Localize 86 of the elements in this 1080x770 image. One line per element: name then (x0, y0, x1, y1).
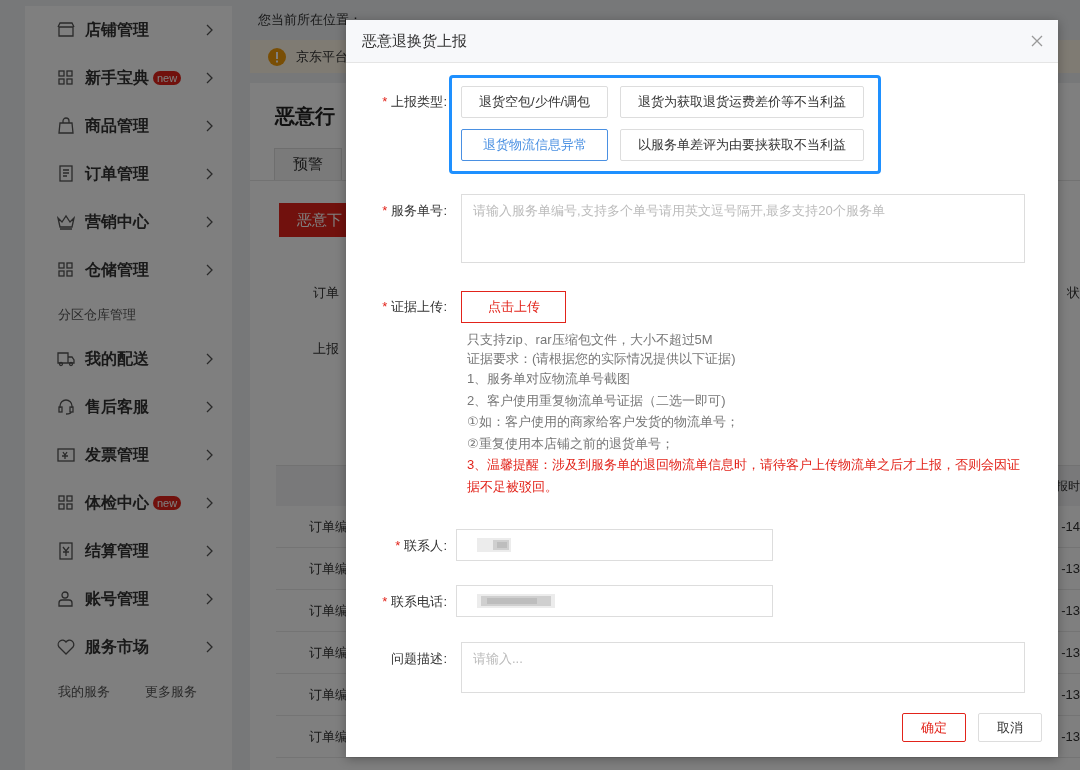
document-icon (57, 165, 75, 183)
field-label: * 服务单号: (381, 202, 448, 220)
sidebar-item[interactable]: 结算管理 (25, 527, 232, 575)
field-label: * 证据上传: (381, 298, 448, 316)
sidebar-item[interactable]: 仓储管理 (25, 246, 232, 294)
chevron-right-icon (205, 400, 214, 414)
page-heading: 恶意行 (273, 104, 335, 129)
report-button[interactable]: 恶意下 (279, 203, 347, 237)
table-cell: -13 (1061, 729, 1080, 744)
submenu-link[interactable]: 更多服务 (145, 682, 232, 701)
option-button[interactable]: 退货为获取退货运费差价等不当利益 (620, 86, 865, 118)
new-badge: new (153, 71, 182, 85)
filter-label: 上报 (313, 340, 339, 358)
chevron-right-icon (205, 263, 214, 277)
sidebar-item[interactable]: 售后客服 (25, 383, 232, 431)
text-area[interactable]: 请输入... (461, 642, 1025, 693)
sidebar-item[interactable]: 体检中心 new (25, 479, 232, 527)
breadcrumb-label: 您当前所在位置： (258, 11, 362, 29)
input-field[interactable] (456, 529, 773, 561)
field-label: * 联系人: (394, 537, 448, 555)
warning-text: 3、温馨提醒：涉及到服务单的退回物流单信息时，请待客户上传物流单之后才上报，否则会因证据不足被驳回。 (467, 456, 1022, 496)
filter-label: 状 (1067, 284, 1080, 302)
dialog-title: 恶意退换货上报 (362, 31, 467, 51)
user-icon (57, 590, 75, 608)
sidebar-item[interactable]: 账号管理 (25, 575, 232, 623)
submenu-link[interactable]: 我的服务 (58, 682, 145, 701)
chevron-right-icon (205, 496, 214, 510)
option-button[interactable]: 退货空包/少件/调包 (461, 86, 609, 118)
headset-icon (57, 398, 75, 416)
text-area[interactable]: 请输入服务单编号,支持多个单号请用英文逗号隔开,最多支持20个服务单 (461, 194, 1025, 263)
receipt-icon (57, 542, 75, 560)
new-badge: new (153, 496, 182, 510)
chevron-right-icon (205, 119, 214, 133)
submenu-link[interactable]: 分区仓库管理 (58, 305, 154, 324)
warning-icon (268, 47, 286, 66)
sidebar-item[interactable]: 订单管理 (25, 150, 232, 198)
upload-button[interactable]: 点击上传 (461, 291, 566, 323)
option-button[interactable]: 退货物流信息异常 (461, 129, 609, 161)
field-label: 问题描述: (390, 650, 448, 668)
truck-icon (57, 350, 75, 368)
help-text: ②重复使用本店铺之前的退货单号； (467, 434, 675, 453)
help-text: ①如：客户使用的商家给客户发货的物流单号； (467, 413, 740, 431)
option-button[interactable]: 以服务单差评为由要挟获取不当利益 (620, 129, 865, 161)
grid-icon (57, 69, 75, 87)
chevron-right-icon (205, 592, 214, 606)
chevron-right-icon (205, 544, 214, 558)
cancel-button[interactable]: 取消 (978, 713, 1042, 742)
sidebar-item[interactable]: 新手宝典 new (25, 54, 232, 102)
crown-icon (57, 213, 75, 231)
sidebar-item[interactable]: 我的配送 (25, 335, 232, 383)
chevron-right-icon (205, 167, 214, 181)
sidebar-item[interactable]: 商品管理 (25, 102, 232, 150)
notice-text: 京东平台 (296, 47, 348, 66)
input-field[interactable] (456, 585, 773, 617)
table-cell: -13 (1061, 561, 1080, 576)
help-text: 只支持zip、rar压缩包文件，大小不超过5M (467, 331, 714, 349)
sidebar-item[interactable]: 店铺管理 (25, 6, 232, 54)
help-text: 2、客户使用重复物流单号证据（二选一即可) (467, 391, 727, 410)
table-cell: -13 (1061, 687, 1080, 702)
field-label: * 联系电话: (381, 593, 448, 611)
chevron-right-icon (205, 71, 214, 85)
help-text: 证据要求：(请根据您的实际情况提供以下证据) (467, 350, 737, 368)
sidebar-item[interactable]: 发票管理 (25, 431, 232, 479)
chevron-right-icon (205, 23, 214, 37)
filter-label: 订单 (313, 284, 339, 302)
close-button[interactable] (1031, 35, 1043, 47)
help-text: 1、服务单对应物流单号截图 (467, 370, 632, 388)
sidebar-item[interactable]: 服务市场 (25, 623, 232, 671)
close-icon (1031, 35, 1043, 47)
chevron-right-icon (205, 640, 214, 654)
invoice-icon (57, 446, 75, 464)
chevron-right-icon (205, 352, 214, 366)
table-cell: -13 (1061, 645, 1080, 660)
sidebar-item[interactable]: 营销中心 (25, 198, 232, 246)
heart-icon (57, 638, 75, 656)
table-cell: -13 (1061, 603, 1080, 618)
chevron-right-icon (205, 215, 214, 229)
field-label: * 上报类型: (381, 93, 448, 111)
grid-icon (57, 261, 75, 279)
confirm-button[interactable]: 确定 (902, 713, 966, 742)
shop-icon (57, 21, 75, 39)
bag-icon (57, 117, 75, 135)
chevron-right-icon (205, 448, 214, 462)
grid-icon (57, 494, 75, 512)
table-cell: -14 (1061, 519, 1080, 534)
tab[interactable]: 预警 (274, 148, 342, 180)
